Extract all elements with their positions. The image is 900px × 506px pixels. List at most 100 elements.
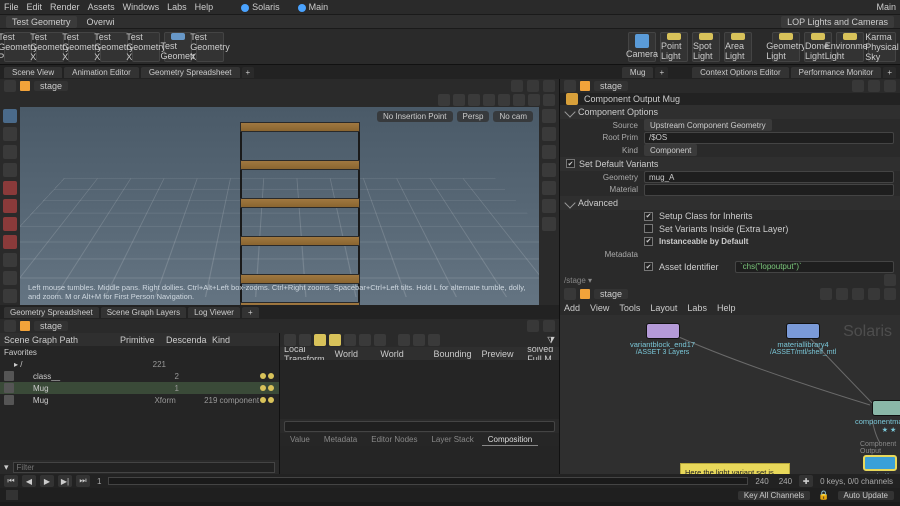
netm-layout[interactable]: Layout [650,303,677,313]
menu-file[interactable]: File [4,2,19,12]
sgt-tab-layers[interactable]: Scene Graph Layers [101,307,186,318]
lock-icon[interactable]: 🔒 [818,490,829,501]
tool-envlight[interactable]: Environment Light [836,32,864,62]
tool-arealight[interactable]: Area Light [724,32,752,62]
ltool-8[interactable] [3,253,17,267]
ltool-10[interactable] [3,289,17,303]
tool-testgeo-4[interactable]: Test Geometry X [132,32,160,62]
sgt-pin-icon[interactable] [4,320,16,332]
lhb-5[interactable] [359,334,371,346]
tl-play[interactable]: ▶ [40,475,54,487]
vpt-b8[interactable] [543,94,555,106]
tab-perfmon[interactable]: Performance Monitor [791,67,882,78]
ltool-5[interactable] [3,199,17,213]
netm-add[interactable]: Add [564,303,580,313]
tool-testgeo-1[interactable]: Test Geometry X [36,32,64,62]
hdr-btn-2[interactable] [527,80,539,92]
network-editor[interactable]: Solaris variantblock_end17 /ASSET 3 Laye… [560,315,900,474]
funnel-icon[interactable]: ⧩ [547,335,555,346]
vpt-b5[interactable] [498,94,510,106]
tab-plus-l[interactable]: + [242,67,255,78]
lht-value[interactable]: Value [284,434,316,445]
viewport[interactable]: No Insertion Point Persp No cam Left mou… [20,107,539,305]
tl-end[interactable]: 240 [776,477,795,486]
vpt-b7[interactable] [528,94,540,106]
netm-labs[interactable]: Labs [687,303,707,313]
mat-input[interactable] [644,184,894,196]
lht-comp[interactable]: Composition [482,434,538,446]
sgt-tab-plus[interactable]: + [242,307,259,318]
desktop-main[interactable]: Main [298,2,329,12]
sgt-tab-geo[interactable]: Geometry Spreadsheet [4,307,99,318]
ltool-9[interactable] [3,271,17,285]
node-compmat[interactable]: componentmaterial3 ★ ★ [855,400,900,434]
tree-row-mug[interactable]: Mug1 [0,382,279,394]
rtool-3[interactable] [542,163,556,177]
rtool-2[interactable] [542,145,556,159]
tool-testgeo-2[interactable]: Test Geometry X [68,32,96,62]
lhb-2[interactable] [314,334,326,346]
ltool-6[interactable] [3,217,17,231]
net-h3[interactable] [852,288,864,300]
rtool-6[interactable] [542,217,556,231]
tool-testgeo-6[interactable]: Test Geometry X [196,32,224,62]
tab-plus-r[interactable]: + [883,67,896,78]
netm-help[interactable]: Help [717,303,736,313]
sticky-note[interactable]: Here the light variant set is nested wit… [680,463,790,474]
menu-edit[interactable]: Edit [27,2,43,12]
keyall-menu[interactable]: Key All Channels [738,491,810,500]
vpt-b3[interactable] [468,94,480,106]
param-pin-icon[interactable] [564,80,576,92]
ph-plus-icon[interactable] [868,80,880,92]
ph-help-icon[interactable] [884,80,896,92]
ltool-select[interactable] [3,109,17,123]
lhb-8[interactable] [413,334,425,346]
chk-defvariants[interactable] [566,159,575,168]
ltool-4[interactable] [3,181,17,195]
vpt-b4[interactable] [483,94,495,106]
tab-sceneview[interactable]: Scene View [4,67,62,78]
lht-editor[interactable]: Editor Nodes [365,434,423,445]
sgt-stage-crumb[interactable]: stage [34,321,68,331]
hdr-btn-3[interactable] [543,80,555,92]
tl-first[interactable]: ⏮ [4,475,18,487]
sec-component-options[interactable]: Component Options [560,105,900,119]
tab-plus-m[interactable]: + [655,67,668,78]
tool-testgeo-3[interactable]: Test Geometry X [100,32,128,62]
shelf-tab-overwi[interactable]: Overwi [87,17,115,27]
netm-view[interactable]: View [590,303,609,313]
stage-crumb[interactable]: stage [34,81,68,91]
chk-variants-inside[interactable] [644,224,653,233]
node-matlib[interactable]: materiallibrary4 /ASSET/mtl/shelf_mtl [770,323,836,356]
vp-cam[interactable]: No cam [493,111,533,122]
chk-assetid[interactable] [644,262,653,271]
tl-next[interactable]: ▶| [58,475,72,487]
source-menu[interactable]: Upstream Component Geometry [644,119,772,131]
tab-mug[interactable]: Mug [622,67,654,78]
assetid-input[interactable]: `chs("lopoutput")` [735,261,894,273]
lhb-6[interactable] [374,334,386,346]
tl-cur[interactable]: 240 [752,477,771,486]
menu-help[interactable]: Help [195,2,214,12]
tl-key-icon[interactable]: ✚ [799,475,813,487]
net-plus-icon[interactable] [884,274,896,286]
desktop-main-right[interactable]: Main [876,2,896,12]
menu-labs[interactable]: Labs [167,2,187,12]
vpt-b6[interactable] [513,94,525,106]
tool-camera[interactable]: Camera [628,32,656,62]
shelf-tab-lights[interactable]: LOP Lights and Cameras [781,16,894,28]
sec-defvariants[interactable]: Set Default Variants [560,157,900,171]
net-pin-icon[interactable] [564,288,576,300]
pane-pin-icon[interactable] [4,80,16,92]
lhb-4[interactable] [344,334,356,346]
autoupdate-menu[interactable]: Auto Update [838,491,894,500]
tool-testgeo-0[interactable]: Test Geometry P [4,32,32,62]
sgt-h1[interactable] [527,320,539,332]
tl-start[interactable]: 1 [94,477,104,486]
lht-meta[interactable]: Metadata [318,434,363,445]
tool-physky[interactable]: Karma Physical Sky [868,32,896,62]
lhb-1[interactable] [299,334,311,346]
vpt-b2[interactable] [453,94,465,106]
lhb-0[interactable] [284,334,296,346]
tl-track[interactable] [108,477,748,485]
